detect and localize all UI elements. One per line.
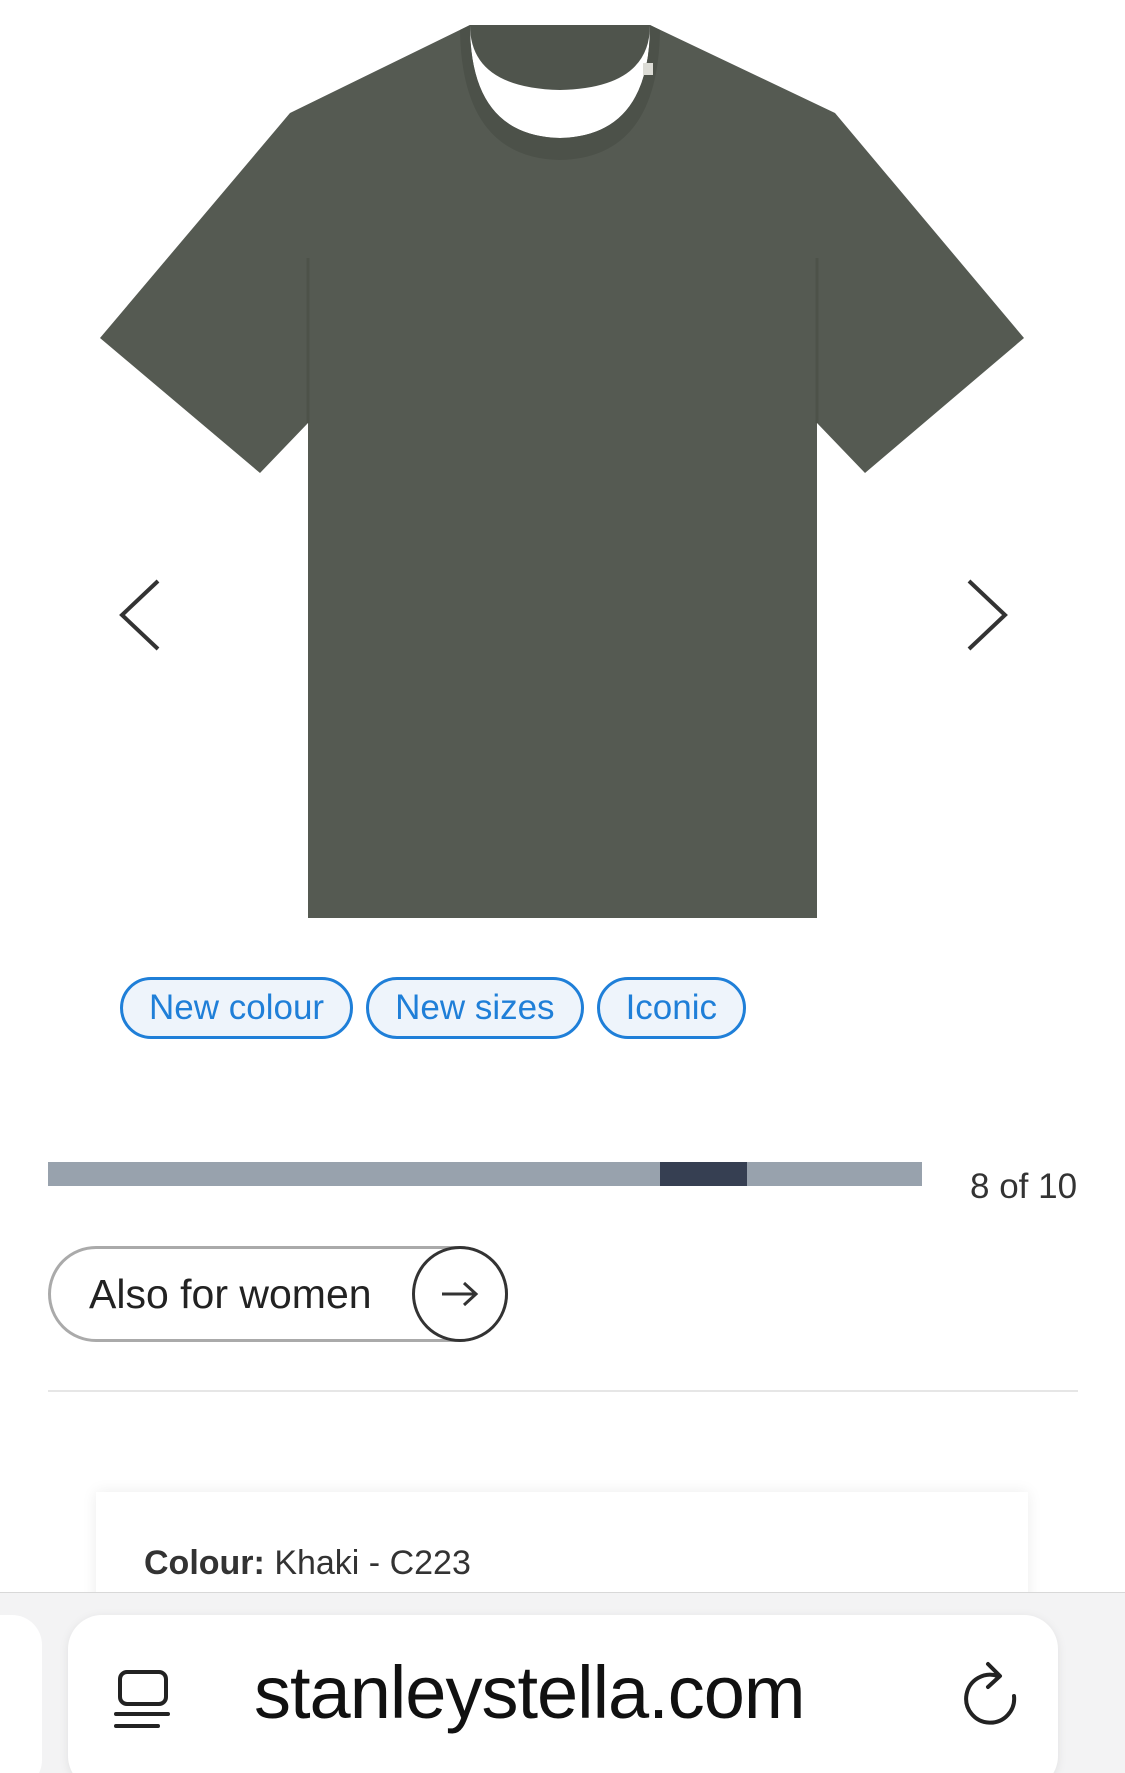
chevron-right-icon xyxy=(967,579,1008,651)
arrow-right-icon xyxy=(412,1246,508,1342)
previous-tab-peek[interactable] xyxy=(0,1615,42,1773)
colour-value: Khaki - C223 xyxy=(274,1544,471,1582)
carousel-progress-indicator xyxy=(659,1162,748,1186)
product-page: New colour New sizes Iconic 8 of 10 Also… xyxy=(0,0,1125,1773)
carousel-counter: 8 of 10 xyxy=(970,1167,1078,1206)
section-divider xyxy=(48,1390,1078,1392)
carousel-progress-bar xyxy=(48,1162,922,1186)
also-for-women-label: Also for women xyxy=(89,1270,372,1317)
colour-selection: Colour: Khaki - C223 xyxy=(144,1544,471,1583)
badge-iconic: Iconic xyxy=(596,977,746,1039)
reader-mode-icon[interactable] xyxy=(112,1668,172,1730)
reload-icon[interactable] xyxy=(960,1660,1022,1730)
product-image-gallery[interactable] xyxy=(0,0,1125,930)
chevron-left-icon xyxy=(119,579,160,651)
badge-new-sizes: New sizes xyxy=(366,977,584,1039)
colour-label: Colour: xyxy=(144,1544,265,1582)
product-image-tshirt xyxy=(100,25,1024,918)
previous-image-button[interactable] xyxy=(105,570,175,660)
product-badges: New colour New sizes Iconic xyxy=(120,977,746,1039)
also-for-women-button[interactable]: Also for women xyxy=(48,1246,508,1342)
badge-new-colour: New colour xyxy=(120,977,354,1039)
next-image-button[interactable] xyxy=(952,570,1022,660)
url-text[interactable]: stanleystella.com xyxy=(254,1650,806,1735)
